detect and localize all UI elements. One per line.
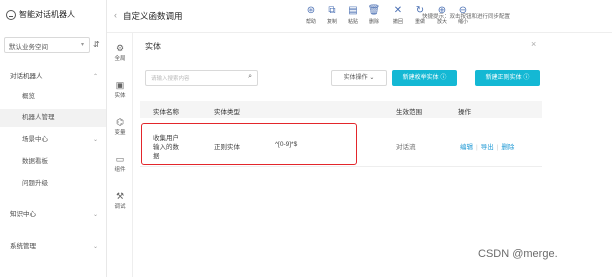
rail-item-global[interactable]: ⚙ 全局: [107, 43, 133, 62]
shortcut-hint: 快捷提示：双击按钮和进行同步配置: [422, 14, 511, 20]
entity-ops-label: 实体操作: [343, 75, 368, 81]
app-name: 智能对话机器人: [19, 10, 75, 19]
chevron-up-icon: ⌃: [92, 74, 98, 80]
undo-button[interactable]: ✕ 撤回: [387, 5, 409, 25]
table-header: 实体名称 实体类型 生效范围 操作: [140, 101, 542, 118]
sidebar-item-label: 场景中心: [22, 136, 48, 143]
delete-link[interactable]: 删除: [501, 144, 514, 151]
divider: |: [496, 144, 499, 151]
copy-icon: ⧉: [328, 5, 336, 16]
rail-item-component[interactable]: ▭ 组件: [107, 154, 133, 173]
rail-label: 全局: [114, 56, 126, 62]
tool-label: 删除: [368, 19, 379, 25]
entity-icon: ▣: [115, 80, 125, 90]
sidebar-section-system[interactable]: 系统管理 ⌄: [0, 238, 106, 256]
sidebar-item-escalation[interactable]: 问题升级: [0, 175, 106, 193]
top-bar: ‹ 自定义函数调用 ⊛ 帮助 ⧉ 复制 ▤ 粘贴 🗑 删除 ✕ 撤回 ↻ 重做 …: [107, 0, 612, 33]
sidebar-section-label: 知识中心: [10, 211, 36, 218]
column-header-actions: 操作: [458, 109, 471, 116]
sidebar-item-dashboard[interactable]: 数据看板: [0, 153, 106, 171]
rail-label: 变量: [114, 130, 126, 136]
info-icon: ⓘ: [438, 75, 447, 81]
sidebar-section-bot[interactable]: 对话机器人 ⌃: [0, 68, 106, 86]
chevron-down-icon: ⌄: [92, 137, 98, 143]
row-actions: 编辑 | 导出 | 删除: [460, 141, 514, 151]
help-button[interactable]: ⊛ 帮助: [300, 5, 322, 25]
tool-label: 粘贴: [347, 19, 358, 25]
page-title: 自定义函数调用: [123, 11, 183, 21]
sidebar-section-knowledge[interactable]: 知识中心 ⌄: [0, 206, 106, 224]
rail-label: 调试: [114, 204, 126, 210]
tool-label: 撤回: [392, 19, 403, 25]
paste-icon: ▤: [348, 5, 358, 16]
rail-item-debug[interactable]: ⚒ 调试: [107, 191, 133, 210]
divider: |: [476, 144, 478, 151]
folder-icon: ▭: [115, 154, 125, 164]
watermark: CSDN @merge.: [478, 248, 558, 260]
back-icon[interactable]: ‹: [114, 10, 117, 20]
settings-icon: ⚙: [115, 43, 125, 53]
variable-icon: ⌬: [116, 117, 124, 127]
sidebar-item-bot-management[interactable]: 机器人管理: [0, 109, 106, 127]
function-rail: ⚙ 全局 ▣ 实体 ⌬ 变量 ▭ 组件 ⚒ 调试: [107, 33, 133, 277]
trash-icon: 🗑: [367, 5, 381, 16]
add-regex-entity-button[interactable]: 新建正则实体 ⓘ: [475, 70, 540, 86]
chevron-down-icon: ⌄: [92, 212, 98, 218]
column-header-scope: 生效范围: [396, 109, 422, 116]
info-icon: ⓘ: [521, 75, 530, 81]
sidebar-item-label: 概览: [22, 93, 35, 100]
sidebar-item-label: 机器人管理: [22, 114, 55, 121]
edit-link[interactable]: 编辑: [460, 144, 473, 151]
column-header-type: 实体类型: [214, 109, 240, 116]
sidebar-item-overview[interactable]: 概览: [0, 88, 106, 106]
chevron-down-icon: ⌄: [367, 75, 375, 81]
chevron-down-icon: ▾: [80, 42, 84, 48]
sidebar-item-label: 问题升级: [22, 180, 48, 187]
business-select-value: 默认业务空间: [9, 44, 48, 51]
delete-button[interactable]: 🗑 删除: [363, 5, 385, 25]
sidebar-item-label: 数据看板: [22, 158, 48, 165]
rail-label: 组件: [114, 167, 126, 173]
collapse-icon[interactable]: ⇵: [93, 40, 100, 49]
tool-label: 复制: [326, 19, 337, 25]
sidebar-item-scene-center[interactable]: 场景中心 ⌄: [0, 131, 106, 149]
highlight-box: [141, 123, 357, 165]
rail-label: 实体: [114, 93, 126, 99]
app-logo: 智能对话机器人: [6, 9, 75, 20]
export-link[interactable]: 导出: [481, 144, 494, 151]
add-enum-entity-button[interactable]: 新建枚举实体 ⓘ: [392, 70, 457, 86]
add-enum-label: 新建枚举实体: [402, 75, 439, 81]
panel-title: 实体: [145, 42, 161, 51]
rail-item-entity[interactable]: ▣ 实体: [107, 80, 133, 99]
business-select[interactable]: 默认业务空间 ▾: [4, 37, 90, 53]
entity-ops-button[interactable]: 实体操作 ⌄: [331, 70, 387, 86]
chevron-down-icon: ⌄: [92, 244, 98, 250]
close-icon[interactable]: ×: [531, 39, 536, 49]
close-icon: ✕: [393, 5, 403, 16]
robot-icon: [6, 9, 16, 20]
tool-label: 帮助: [305, 19, 316, 25]
add-regex-label: 新建正则实体: [485, 75, 522, 81]
help-icon: ⊛: [306, 5, 316, 16]
search-input[interactable]: 请输入搜索内容 ⌕: [145, 70, 258, 86]
search-icon[interactable]: ⌕: [248, 73, 252, 81]
sidebar-section-label: 系统管理: [10, 243, 36, 250]
sidebar-section-label: 对话机器人: [10, 73, 43, 80]
entity-scope: 对话流: [396, 144, 416, 151]
search-placeholder: 请输入搜索内容: [151, 76, 190, 82]
paste-button[interactable]: ▤ 粘贴: [342, 5, 364, 25]
copy-button[interactable]: ⧉ 复制: [321, 5, 343, 25]
column-header-name: 实体名称: [153, 109, 179, 116]
rail-item-variable[interactable]: ⌬ 变量: [107, 117, 133, 136]
debug-icon: ⚒: [115, 191, 125, 201]
sidebar: 智能对话机器人 默认业务空间 ▾ ⇵ 对话机器人 ⌃ 概览 机器人管理 场景中心…: [0, 0, 107, 277]
